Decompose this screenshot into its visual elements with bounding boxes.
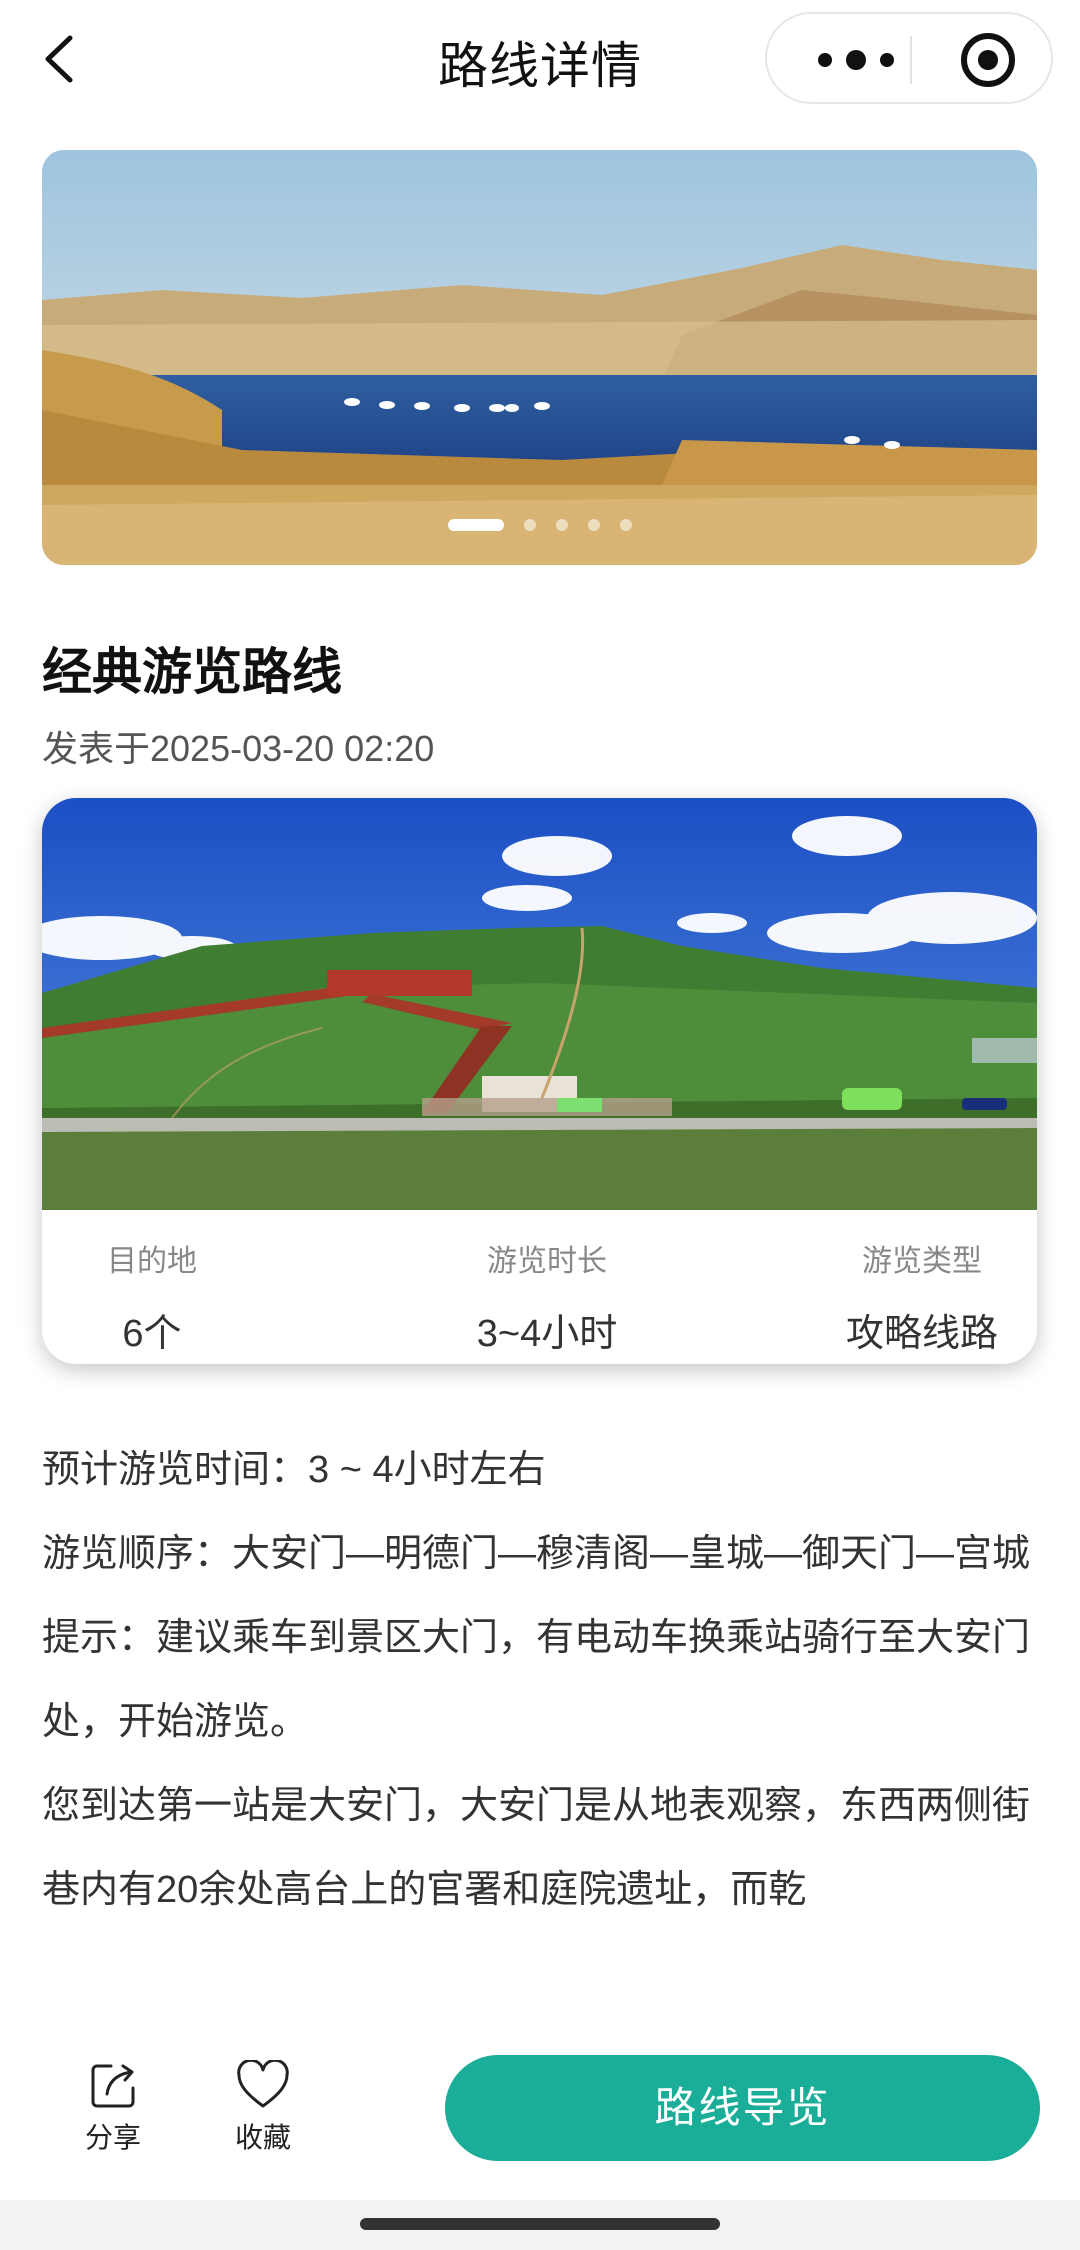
carousel-dot[interactable] [523,519,536,531]
carousel-dot[interactable] [619,519,632,531]
description-paragraph: 提示：建议乘车到景区大门，有电动车换乘站骑行至大安门处，开始游览。 [42,1617,1031,1743]
favorite-label: 收藏 [234,2122,291,2153]
publish-time: 发表于2025-03-20 02:20 [42,728,435,769]
route-stats: 目的地 6个 游览时长 3~4小时 游览类型 攻略线路 [42,1210,1037,1364]
stat-label: 游览类型 [862,1245,982,1278]
route-summary-card[interactable]: 目的地 6个 游览时长 3~4小时 游览类型 攻略线路 [42,798,1037,1364]
header: 路线详情 [0,0,1080,120]
heart-icon [237,2060,289,2108]
stat-value: 3~4小时 [476,1313,618,1355]
share-label: 分享 [84,2122,141,2153]
home-indicator-area [0,2200,1080,2250]
close-button[interactable] [957,29,1019,91]
carousel-dot-active[interactable] [447,519,504,531]
banner-image [42,150,1037,565]
stat-duration: 游览时长 3~4小时 [422,1236,672,1357]
mini-program-capsule [765,12,1053,104]
stat-destinations: 目的地 6个 [82,1236,222,1357]
stat-type: 游览类型 攻略线路 [822,1236,1022,1357]
capsule-divider [910,36,912,84]
more-button[interactable] [801,34,911,86]
share-icon [91,2064,135,2108]
carousel-dot[interactable] [587,519,600,531]
route-title: 经典游览路线 [42,644,342,700]
description-paragraph: 您到达第一站是大安门，大安门是从地表观察，东西两侧街巷内有20余处高台上的官署和… [42,1785,1031,1911]
home-indicator[interactable] [360,2218,720,2230]
description-paragraph: 游览顺序：大安门—明德门—穆清阁—皇城—御天门—宫城 [42,1533,1031,1575]
more-dots-icon [818,50,894,70]
route-description: 预计游览时间：3 ~ 4小时左右 游览顺序：大安门—明德门—穆清阁—皇城—御天门… [42,1428,1042,1932]
favorite-button[interactable]: 收藏 [208,2060,318,2156]
stat-value: 6个 [122,1313,182,1355]
description-paragraph: 预计游览时间：3 ~ 4小时左右 [42,1449,546,1491]
stat-value: 攻略线路 [845,1313,998,1355]
carousel-indicator [42,519,1037,531]
banner-carousel[interactable] [42,150,1037,565]
stat-label: 游览时长 [487,1245,607,1278]
carousel-dot[interactable] [555,519,568,531]
route-photo [42,798,1037,1210]
route-guide-button[interactable]: 路线导览 [445,2055,1040,2161]
bottom-action-bar: 分享 收藏 路线导览 [0,2020,1080,2220]
share-button[interactable]: 分享 [58,2060,168,2156]
target-icon [961,33,1015,87]
stat-label: 目的地 [107,1245,197,1278]
